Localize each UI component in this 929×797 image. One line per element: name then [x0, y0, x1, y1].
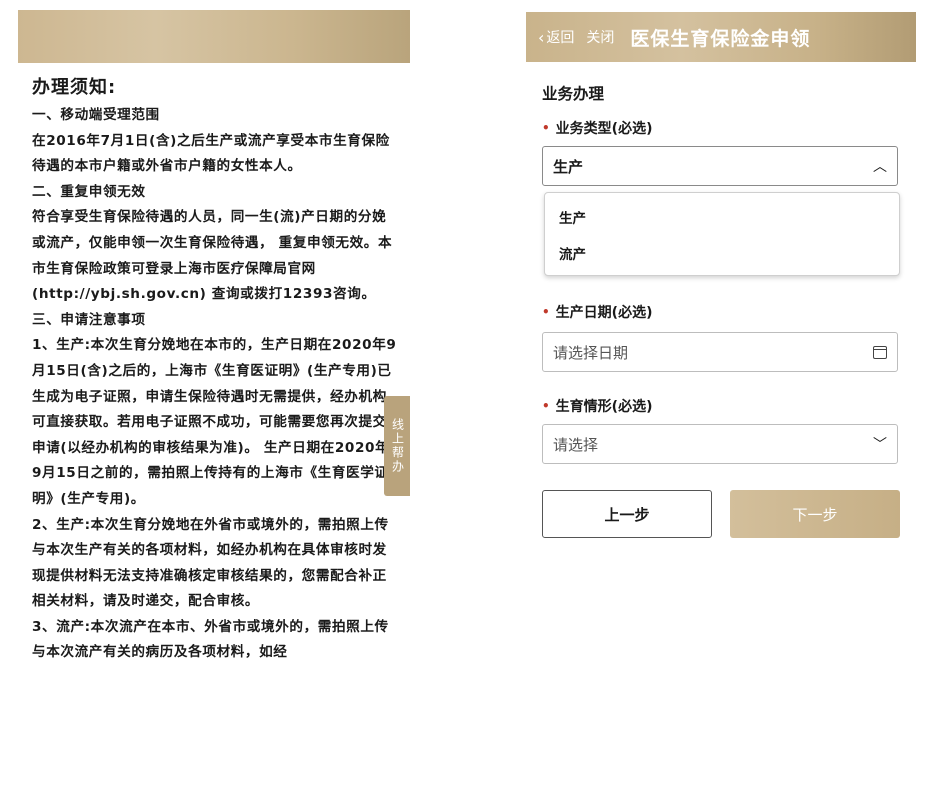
required-dot: •: [542, 121, 550, 135]
notice-header-bar: [18, 10, 410, 63]
calendar-icon[interactable]: [873, 345, 887, 359]
notice-paragraph: 三、申请注意事项: [32, 311, 146, 328]
notice-paragraph: 3、流产:本次流产在本市、外省市或境外的，需拍照上传与本次流产有关的病历及各项材…: [32, 618, 389, 661]
notice-body: 一、移动端受理范围 在2016年7月1日(含)之后生产或流产享受本市生育保险待遇…: [32, 103, 398, 666]
notice-paragraph: 符合享受生育保险待遇的人员，同一生(流)产日期的分娩或流产，仅能申领一次生育保险…: [32, 209, 393, 303]
birth-situation-label: • 生育情形(必选): [542, 396, 652, 416]
back-label: 返回: [546, 30, 575, 46]
form-panel: ‹ 返回 关闭 医保生育保险金申领 业务办理 • 业务类型(必选) 生产 ︿ 生…: [526, 12, 916, 797]
business-type-label: • 业务类型(必选): [542, 118, 652, 138]
next-step-button[interactable]: 下一步: [730, 490, 900, 538]
chevron-up-icon: ︿: [873, 159, 887, 175]
dropdown-option-birth[interactable]: 生产: [559, 207, 586, 227]
business-type-label-text: 业务类型(必选): [555, 121, 653, 137]
dropdown-option-miscarriage[interactable]: 流产: [559, 243, 586, 263]
online-help-tab[interactable]: 线上帮办: [384, 396, 410, 496]
back-button[interactable]: ‹ 返回: [538, 27, 574, 47]
page-header: ‹ 返回 关闭 医保生育保险金申领: [526, 12, 916, 62]
notice-paragraph: 一、移动端受理范围: [32, 107, 160, 123]
birth-date-input[interactable]: 请选择日期: [542, 332, 898, 372]
notice-panel: 办理须知: 一、移动端受理范围 在2016年7月1日(含)之后生产或流产享受本市…: [18, 10, 410, 797]
notice-paragraph: 2、生产:本次生育分娩地在外省市或境外的，需拍照上传与本次生产有关的各项材料，如…: [32, 516, 389, 610]
required-dot: •: [542, 305, 550, 319]
notice-paragraph: 二、重复申领无效: [32, 183, 146, 200]
notice-paragraph: 在2016年7月1日(含)之后生产或流产享受本市生育保险待遇的本市户籍或外省市户…: [32, 132, 390, 175]
prev-step-button[interactable]: 上一步: [542, 490, 712, 538]
birth-date-label: • 生产日期(必选): [542, 302, 652, 322]
section-title: 业务办理: [542, 85, 605, 103]
required-dot: •: [542, 399, 550, 413]
birth-date-label-text: 生产日期(必选): [555, 305, 653, 321]
notice-paragraph: 1、生产:本次生育分娩地在本市的，生产日期在2020年9月15日(含)之后的，上…: [32, 337, 397, 507]
birth-situation-placeholder: 请选择: [553, 435, 599, 454]
chevron-down-icon: ﹀: [873, 437, 887, 453]
page-title: 医保生育保险金申领: [630, 27, 811, 50]
business-type-select[interactable]: 生产 ︿: [542, 146, 898, 186]
close-button[interactable]: 关闭: [586, 27, 614, 47]
birth-date-placeholder: 请选择日期: [553, 343, 629, 362]
birth-situation-label-text: 生育情形(必选): [555, 399, 653, 415]
business-type-dropdown: 生产 流产: [544, 192, 900, 276]
notice-title: 办理须知:: [32, 77, 117, 98]
chevron-left-icon: ‹: [538, 27, 545, 47]
business-type-value: 生产: [553, 157, 584, 176]
birth-situation-select[interactable]: 请选择 ﹀: [542, 424, 898, 464]
